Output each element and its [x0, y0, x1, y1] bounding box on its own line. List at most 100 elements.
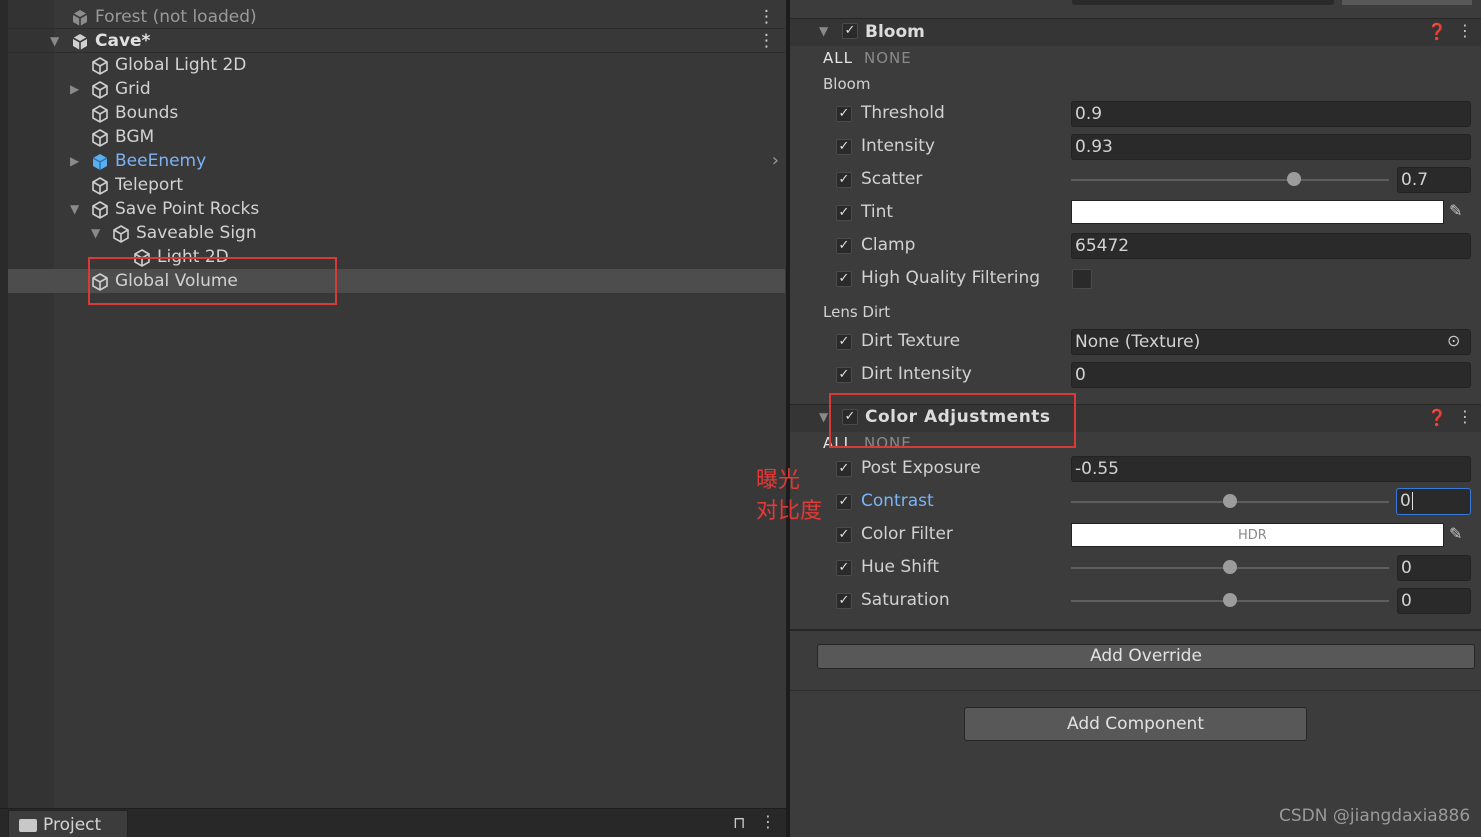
contrast-note: 对比度: [756, 499, 823, 524]
cube-icon: [90, 56, 110, 76]
add-component-button[interactable]: Add Component: [964, 707, 1307, 741]
help-icon[interactable]: ❓: [1427, 22, 1447, 41]
color-filter-label: Color Filter: [861, 524, 953, 544]
cube-icon: [90, 128, 110, 148]
bloom-section-label: Bloom: [823, 75, 871, 93]
hierarchy-row-label: Saveable Sign: [136, 223, 257, 243]
saturation-checkbox[interactable]: ✓: [836, 593, 852, 609]
clamp-field[interactable]: 65472: [1071, 233, 1471, 259]
tint-label: Tint: [861, 202, 894, 222]
help-icon[interactable]: ❓: [1427, 408, 1447, 427]
threshold-field[interactable]: 0.9: [1071, 101, 1471, 127]
intensity-checkbox[interactable]: ✓: [836, 139, 852, 155]
hdr-badge: HDR: [1238, 528, 1267, 543]
contrast-field[interactable]: 0: [1396, 488, 1471, 515]
intensity-label: Intensity: [861, 136, 935, 156]
saturation-slider-knob[interactable]: [1223, 593, 1237, 607]
bloom-none-button[interactable]: NONE: [864, 49, 912, 67]
hierarchy-row-label: Grid: [115, 79, 151, 99]
hierarchy-row[interactable]: ▶ Grid: [8, 77, 785, 101]
dirt-intensity-checkbox[interactable]: ✓: [836, 367, 852, 383]
hierarchy-row-label: BGM: [115, 127, 155, 147]
hierarchy-row[interactable]: ▼ Cave* ⋮: [8, 29, 785, 53]
saturation-label: Saturation: [861, 590, 950, 610]
hierarchy-row[interactable]: Global Light 2D: [8, 53, 785, 77]
lock-icon[interactable]: ⊓: [733, 813, 745, 832]
scatter-slider-knob[interactable]: [1286, 172, 1301, 186]
scene-icon: [70, 8, 90, 28]
top-partial-button: [1342, 0, 1472, 5]
foldout-expanded-icon[interactable]: ▼: [50, 35, 62, 47]
hue-shift-checkbox[interactable]: ✓: [836, 560, 852, 576]
foldout-expanded-icon[interactable]: ▼: [91, 227, 103, 239]
post-exposure-field[interactable]: -0.55: [1071, 456, 1471, 482]
dirt-texture-checkbox[interactable]: ✓: [836, 334, 852, 350]
contrast-slider-knob[interactable]: [1223, 494, 1237, 508]
exposure-note: 曝光: [756, 468, 801, 493]
hierarchy-row-label: Global Light 2D: [115, 55, 247, 75]
hierarchy-row[interactable]: ▶ BeeEnemy ›: [8, 149, 785, 173]
cube-icon: [90, 200, 110, 220]
hierarchy-row[interactable]: ▼ Save Point Rocks: [8, 197, 785, 221]
add-override-button[interactable]: Add Override: [817, 644, 1475, 669]
scene-kebab-icon[interactable]: ⋮: [758, 7, 775, 27]
scene-icon: [70, 32, 90, 52]
hue-shift-slider-knob[interactable]: [1223, 560, 1237, 574]
clamp-checkbox[interactable]: ✓: [836, 238, 852, 254]
bloom-foldout-icon[interactable]: ▼: [819, 24, 828, 38]
scatter-checkbox[interactable]: ✓: [836, 172, 852, 188]
post-exposure-checkbox[interactable]: ✓: [836, 461, 852, 477]
color-adjustments-highlight: [829, 393, 1076, 448]
hqf-override-checkbox[interactable]: ✓: [836, 271, 852, 287]
hue-shift-field[interactable]: 0: [1397, 555, 1471, 581]
hierarchy-row[interactable]: Forest (not loaded) ⋮: [8, 5, 785, 29]
kebab-menu-icon[interactable]: ⋮: [760, 812, 776, 831]
scatter-slider-track[interactable]: [1071, 179, 1389, 181]
saturation-field[interactable]: 0: [1397, 588, 1471, 614]
tint-color-swatch[interactable]: [1071, 200, 1444, 224]
hierarchy-row-label: Save Point Rocks: [115, 199, 260, 219]
global-volume-highlight: [88, 257, 337, 305]
threshold-label: Threshold: [861, 103, 945, 123]
dirt-texture-field[interactable]: None (Texture): [1071, 329, 1471, 355]
hierarchy-row[interactable]: ▼ Saveable Sign: [8, 221, 785, 245]
eyedropper-icon[interactable]: ✎: [1449, 201, 1462, 220]
intensity-field[interactable]: 0.93: [1071, 134, 1471, 160]
dirt-texture-label: Dirt Texture: [861, 331, 961, 351]
dirt-intensity-field[interactable]: 0: [1071, 362, 1471, 388]
foldout-collapsed-icon[interactable]: ▶: [70, 155, 82, 167]
scene-kebab-icon[interactable]: ⋮: [758, 31, 775, 51]
color-filter-swatch[interactable]: HDR: [1071, 523, 1444, 547]
post-exposure-label: Post Exposure: [861, 458, 981, 478]
color-filter-checkbox[interactable]: ✓: [836, 527, 852, 543]
contrast-checkbox[interactable]: ✓: [836, 494, 852, 510]
threshold-checkbox[interactable]: ✓: [836, 106, 852, 122]
hierarchy-row-label: Bounds: [115, 103, 179, 123]
bloom-enable-checkbox[interactable]: ✓: [842, 23, 858, 39]
folder-icon: [19, 819, 37, 832]
text-caret: [1411, 492, 1413, 510]
tint-checkbox[interactable]: ✓: [836, 205, 852, 221]
hierarchy-row-label: Forest (not loaded): [95, 7, 257, 27]
object-picker-icon[interactable]: ⊙: [1447, 331, 1460, 350]
bloom-kebab-icon[interactable]: ⋮: [1457, 21, 1473, 40]
foldout-collapsed-icon[interactable]: ▶: [70, 83, 82, 95]
hierarchy-row[interactable]: Teleport: [8, 173, 785, 197]
scatter-field[interactable]: 0.7: [1397, 167, 1471, 193]
foldout-expanded-icon[interactable]: ▼: [70, 203, 82, 215]
color-adjustments-foldout-icon[interactable]: ▼: [819, 410, 828, 424]
hqf-label: High Quality Filtering: [861, 268, 1041, 288]
component-separator: [790, 629, 1481, 631]
hqf-value-checkbox[interactable]: [1072, 269, 1092, 289]
prefab-chevron-right-icon[interactable]: ›: [772, 150, 779, 171]
hierarchy-row-label: Cave*: [95, 31, 151, 51]
hierarchy-row[interactable]: Bounds: [8, 101, 785, 125]
project-tab[interactable]: Project: [8, 810, 128, 837]
hue-shift-label: Hue Shift: [861, 557, 940, 577]
bloom-all-button[interactable]: ALL: [823, 49, 853, 67]
hierarchy-row-label: Teleport: [115, 175, 183, 195]
color-adjustments-kebab-icon[interactable]: ⋮: [1457, 407, 1473, 426]
hierarchy-row[interactable]: BGM: [8, 125, 785, 149]
eyedropper-icon[interactable]: ✎: [1449, 524, 1462, 543]
left-edge: [0, 0, 8, 837]
